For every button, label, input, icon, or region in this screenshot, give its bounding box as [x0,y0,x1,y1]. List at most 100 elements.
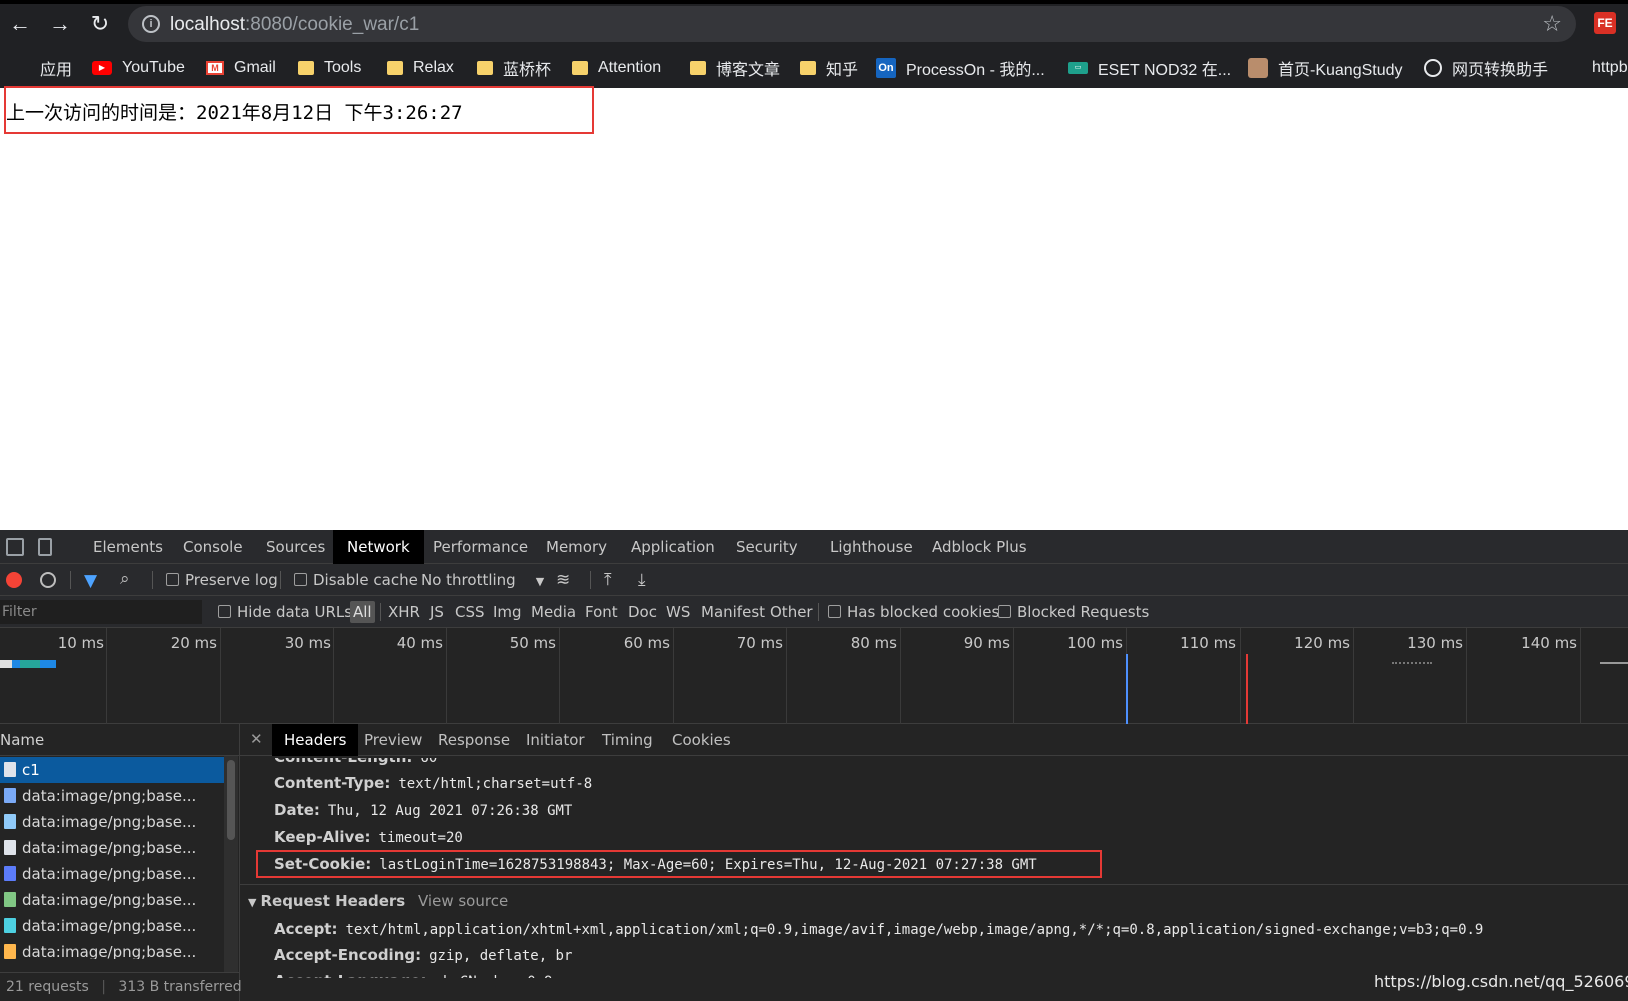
hide-data-urls-label: Hide data URLs [237,603,353,621]
import-har-icon[interactable]: ⤒ [604,564,612,596]
filter-type-font[interactable]: Font [585,596,618,628]
filter-type-media[interactable]: Media [531,596,576,628]
tab-response[interactable]: Response [438,724,510,756]
header-key: Accept-Language: [274,972,427,990]
filter-type-manifest[interactable]: Manifest [701,596,765,628]
bookmark-lanqiao[interactable]: 蓝桥杯 [477,54,551,82]
tab-adblock-plus[interactable]: Adblock Plus [932,530,1027,564]
throttling-select[interactable]: No throttling ▼ [421,564,544,596]
bookmark-youtube[interactable]: ▶ YouTube [92,54,185,82]
request-row[interactable]: data:image/png;base... [0,861,224,887]
bookmark-processon[interactable]: On ProcessOn - 我的... [876,54,1045,82]
bookmark-attention[interactable]: Attention [572,54,661,82]
record-button[interactable] [6,572,22,588]
filter-type-all[interactable]: All [350,596,375,628]
tab-console[interactable]: Console [183,530,243,564]
tab-application[interactable]: Application [631,530,715,564]
timeline-tick-label: 110 ms [1180,634,1236,652]
fe-extension-icon[interactable]: FE [1594,12,1616,34]
triangle-down-icon: ▼ [248,896,257,909]
folder-icon [800,61,816,75]
disable-cache-checkbox[interactable]: Disable cache [294,564,418,596]
bookmark-gmail[interactable]: M Gmail [206,54,276,82]
header-value: zh-CN,zh;q=0.9 [434,974,553,990]
search-icon[interactable]: ⌕ [120,569,130,589]
header-value: gzip, deflate, br [429,948,573,964]
tab-cookies[interactable]: Cookies [672,724,731,756]
request-row[interactable]: data:image/png;base... [0,835,224,861]
request-row[interactable]: data:image/png;base... [0,887,224,913]
filter-type-ws[interactable]: WS [666,596,690,628]
bookmark-blog[interactable]: 博客文章 [690,54,780,82]
forward-icon[interactable]: → [46,10,74,38]
address-bar[interactable]: i localhost:8080/cookie_war/c1 ☆ [128,6,1576,42]
tab-memory[interactable]: Memory [546,530,607,564]
bookmark-converter[interactable]: 网页转换助手 [1424,54,1548,82]
url-text[interactable]: localhost:8080/cookie_war/c1 [170,14,419,36]
name-column-header[interactable]: Name [0,724,240,756]
bookmark-kuangstudy[interactable]: 首页-KuangStudy [1248,54,1403,82]
blocked-requests-checkbox[interactable]: Blocked Requests [998,596,1149,628]
tab-performance[interactable]: Performance [433,530,528,564]
request-row[interactable]: data:image/png;base... [0,809,224,835]
back-icon[interactable]: ← [6,10,34,38]
request-row[interactable]: data:image/png;base... [0,939,224,959]
network-timeline-overview[interactable]: 10 ms 20 ms 30 ms 40 ms 50 ms 60 ms 70 m… [0,628,1628,724]
site-info-icon[interactable]: i [142,15,160,33]
image-file-icon [4,892,16,907]
filter-type-js[interactable]: JS [430,596,444,628]
response-header-content-type: Content-Type: text/html;charset=utf-8 [274,774,592,792]
gmail-icon: M [206,61,224,75]
tab-headers[interactable]: Headers [272,724,359,756]
filter-type-xhr[interactable]: XHR [388,596,420,628]
network-toolbar: ▼ ⌕ Preserve log Disable cache No thrott… [0,564,1628,596]
filter-type-other[interactable]: Other [770,596,813,628]
close-icon[interactable]: ✕ [250,730,263,748]
devtools-tab-bar: Elements Console Sources Network Perform… [0,530,1628,564]
bookmark-apps[interactable]: 应用 [12,54,72,82]
request-headers-title: Request Headers [260,892,406,910]
filter-type-img[interactable]: Img [493,596,522,628]
filter-funnel-icon[interactable]: ▼ [84,571,97,591]
filter-type-css[interactable]: CSS [455,596,485,628]
request-headers-toggle[interactable]: ▼ Request Headers [248,892,405,910]
view-source-link[interactable]: View source [418,892,508,910]
device-toolbar-icon[interactable] [38,538,52,556]
bookmark-eset[interactable]: ▭ ESET NOD32 在... [1068,54,1231,82]
tab-preview[interactable]: Preview [364,724,422,756]
tab-initiator[interactable]: Initiator [526,724,585,756]
folder-icon [387,61,403,75]
bookmark-star-icon[interactable]: ☆ [1542,11,1562,37]
tab-network[interactable]: Network [333,530,424,564]
filter-type-doc[interactable]: Doc [628,596,657,628]
bookmark-relax[interactable]: Relax [387,54,454,82]
filter-input[interactable]: Filter [0,600,202,624]
bookmark-zhihu[interactable]: 知乎 [800,54,858,82]
bookmark-label: 网页转换助手 [1452,62,1549,79]
request-row[interactable]: data:image/png;base... [0,783,224,809]
tab-security[interactable]: Security [736,530,798,564]
clear-icon[interactable] [40,572,56,588]
export-har-icon[interactable]: ⤓ [638,564,646,596]
request-name: c1 [22,761,40,779]
request-row[interactable]: data:image/png;base... [0,913,224,939]
preserve-log-checkbox[interactable]: Preserve log [166,564,278,596]
request-row[interactable]: c1 [0,757,224,783]
bookmark-httpb[interactable]: httpb [1592,54,1628,82]
hide-data-urls-checkbox[interactable]: Hide data URLs [218,596,352,628]
network-conditions-icon[interactable]: ≋ [556,564,570,596]
has-blocked-cookies-checkbox[interactable]: Has blocked cookies [828,596,999,628]
browser-toolbar: ← → ↻ i localhost:8080/cookie_war/c1 ☆ F… [0,0,1628,48]
reload-icon[interactable]: ↻ [86,10,114,38]
inspect-element-icon[interactable] [6,538,24,556]
request-list-scrollbar[interactable] [224,756,238,972]
tab-sources[interactable]: Sources [266,530,325,564]
bookmark-tools[interactable]: Tools [298,54,361,82]
scrollbar-thumb[interactable] [227,760,235,840]
section-divider [240,884,1628,885]
bookmark-label: Relax [413,59,454,76]
tab-elements[interactable]: Elements [93,530,163,564]
eset-icon: ▭ [1068,62,1088,74]
tab-timing[interactable]: Timing [602,724,653,756]
tab-lighthouse[interactable]: Lighthouse [830,530,913,564]
